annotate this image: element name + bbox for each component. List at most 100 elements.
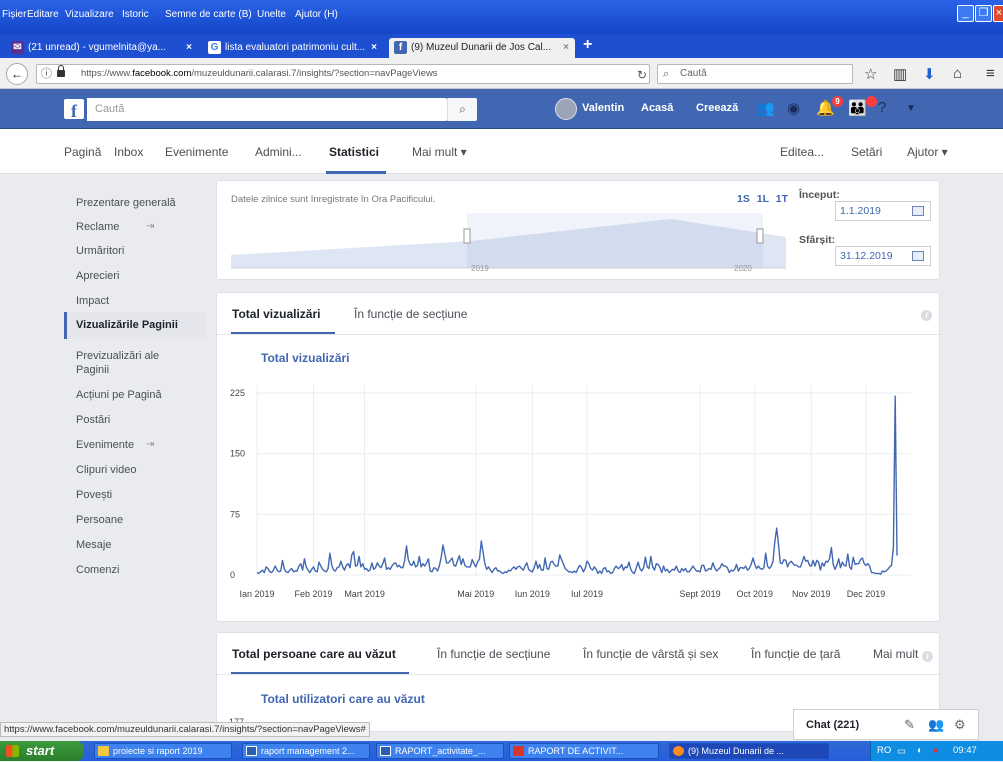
menu-tools[interactable]: Unelte [257, 9, 286, 20]
tab-insights[interactable]: Statistici [329, 145, 379, 159]
sidebar-item-likes[interactable]: Aprecieri [64, 269, 206, 283]
sidebar-item-people[interactable]: Persoane [64, 513, 206, 527]
home-link[interactable]: Acasă [641, 102, 673, 114]
sidebar-item-orders[interactable]: Comenzi [64, 563, 206, 577]
hamburger-menu-icon[interactable]: ≡ [986, 65, 995, 82]
start-button[interactable]: start [0, 741, 84, 761]
menu-edit[interactable]: Editare [27, 9, 59, 20]
tab-by-age-gender[interactable]: În funcție de vârstă și sex [583, 647, 718, 661]
tab-admin[interactable]: Admini... [255, 145, 302, 159]
end-date-input[interactable]: 31.12.2019 [835, 246, 931, 266]
sidebar-item-overview[interactable]: Prezentare generală [64, 196, 206, 210]
tab-more[interactable]: Mai mult [873, 647, 918, 661]
sidebar-item-stories[interactable]: Povești [64, 488, 206, 502]
sidebar-item-ads[interactable]: Reclame ⇥ [64, 220, 206, 234]
tab-edit[interactable]: Editea... [780, 145, 824, 159]
page-views-chart[interactable]: 0 75 150 225 Ian 2019 Feb 2019 Mart 2019 Mai 20… [217, 373, 939, 613]
tab-total-people[interactable]: Total persoane care au văzut [232, 647, 396, 661]
bookmark-star-icon[interactable]: ☆ [864, 65, 877, 83]
menu-file[interactable]: Fișier [2, 9, 26, 20]
calendar-icon[interactable] [912, 251, 924, 261]
avatar[interactable] [555, 98, 577, 120]
tab-total-views[interactable]: Total vizualizări [232, 307, 320, 321]
tab-by-section[interactable]: În funcție de secțiune [437, 647, 550, 661]
tab-by-country[interactable]: În funcție de țară [751, 647, 840, 661]
group-chat-icon[interactable]: 👥 [928, 717, 944, 733]
sidebar-item-messages[interactable]: Mesaje [64, 538, 206, 552]
url-bar[interactable]: ⓘ https://www.facebook.com/muzeuldunarii… [36, 64, 650, 84]
menu-history[interactable]: Istoric [122, 9, 149, 20]
sidebar-item-page-previews[interactable]: Previzualizări ale Paginii [64, 349, 184, 377]
info-icon[interactable]: i [921, 310, 932, 321]
tab-mail[interactable]: ✉ (21 unread) - vgumelnita@ya... × [6, 38, 198, 58]
timeline-range-selector[interactable]: 2019 2020 [231, 213, 786, 273]
timeline-start-handle[interactable] [463, 228, 471, 244]
taskbar-item[interactable]: raport management 2... [242, 743, 370, 759]
taskbar-item[interactable]: RAPORT_activitate_... [376, 743, 504, 759]
reload-icon[interactable]: ↻ [637, 68, 647, 82]
antivirus-icon[interactable]: ● [933, 741, 939, 761]
info-icon[interactable]: i [922, 651, 933, 662]
tab-events[interactable]: Evenimente [165, 145, 228, 159]
gear-icon[interactable]: ⚙ [954, 717, 966, 733]
tab-inbox[interactable]: Inbox [114, 145, 143, 159]
back-arrow-icon[interactable]: ← [6, 63, 28, 85]
language-indicator[interactable]: RO [877, 741, 891, 761]
tab-page[interactable]: Pagină [64, 145, 101, 159]
views-line[interactable] [256, 395, 898, 575]
account-menu-icon[interactable]: ▼ [906, 103, 916, 114]
sidebar-item-page-views[interactable]: Vizualizările Paginii [64, 312, 206, 339]
tab-settings[interactable]: Setări [851, 145, 882, 159]
close-window-button[interactable]: × [993, 5, 1003, 22]
create-link[interactable]: Creează [696, 102, 738, 114]
calendar-icon[interactable] [912, 206, 924, 216]
browser-search-input[interactable]: ⌕ Caută [657, 64, 853, 84]
community-icon[interactable]: 👪 [848, 99, 867, 117]
close-tab-icon[interactable]: × [563, 38, 569, 58]
sidebar-item-events[interactable]: Evenimente ⇥ [64, 438, 206, 452]
search-icon[interactable]: ⌕ [447, 98, 477, 121]
info-icon[interactable]: ⓘ [41, 65, 52, 83]
timeline-end-handle[interactable] [756, 228, 764, 244]
divider [217, 334, 939, 335]
sidebar-item-followers[interactable]: Urmăritori [64, 244, 206, 258]
compose-icon[interactable]: ✎ [904, 717, 915, 733]
close-tab-icon[interactable]: × [186, 38, 192, 58]
period-presets[interactable]: 1S 1L 1T [737, 193, 788, 205]
profile-link[interactable]: Valentin [582, 102, 624, 114]
tab-facebook[interactable]: f (9) Muzeul Dunarii de Jos Cal... × [389, 38, 575, 58]
pdf-icon [513, 746, 524, 756]
facebook-search-input[interactable]: Caută [87, 98, 447, 121]
friend-requests-icon[interactable]: 👥 [756, 99, 775, 117]
keyboard-icon[interactable]: ▭ [897, 742, 906, 762]
new-tab-icon[interactable]: + [583, 36, 592, 54]
taskbar-item[interactable]: (9) Muzeul Dunarii de ... [669, 743, 829, 759]
taskbar-item[interactable]: RAPORT DE ACTIVIT... [509, 743, 659, 759]
help-icon[interactable]: ? [878, 99, 886, 116]
sidebar-item-page-actions[interactable]: Acțiuni pe Pagină [64, 388, 206, 402]
minimize-button[interactable]: _ [957, 5, 974, 22]
library-icon[interactable]: ▥ [893, 65, 907, 83]
tab-help[interactable]: Ajutor ▾ [907, 145, 948, 159]
facebook-logo-icon[interactable]: f [64, 99, 84, 121]
menu-view[interactable]: Vizualizare [65, 9, 114, 20]
tab-google[interactable]: G lista evaluatori patrimoniu cult... × [203, 38, 383, 58]
sidebar-item-posts[interactable]: Postări [64, 413, 206, 427]
download-icon[interactable]: ⬇ [923, 65, 936, 83]
sidebar-item-videos[interactable]: Clipuri video [64, 463, 206, 477]
home-icon[interactable]: ⌂ [953, 65, 962, 82]
menu-bookmarks[interactable]: Semne de carte (B) [165, 9, 252, 20]
menu-help[interactable]: Ajutor (H) [295, 9, 338, 20]
y-tick-label: 75 [230, 509, 240, 519]
sidebar-item-label: Evenimente [76, 439, 135, 451]
start-date-input[interactable]: 1.1.2019 [835, 201, 931, 221]
maximize-button[interactable]: ❐ [975, 5, 992, 22]
tab-more[interactable]: Mai mult ▾ [412, 145, 467, 159]
close-tab-icon[interactable]: × [371, 38, 377, 58]
network-icon[interactable]: ◐ [917, 741, 923, 761]
tab-by-section[interactable]: În funcție de secțiune [354, 307, 467, 321]
taskbar-item[interactable]: proiecte si raport 2019 [94, 743, 232, 759]
chat-bar[interactable]: Chat (221) ✎ 👥 ⚙ [793, 709, 979, 740]
messenger-icon[interactable]: ◉ [787, 99, 800, 117]
sidebar-item-reach[interactable]: Impact [64, 294, 206, 308]
